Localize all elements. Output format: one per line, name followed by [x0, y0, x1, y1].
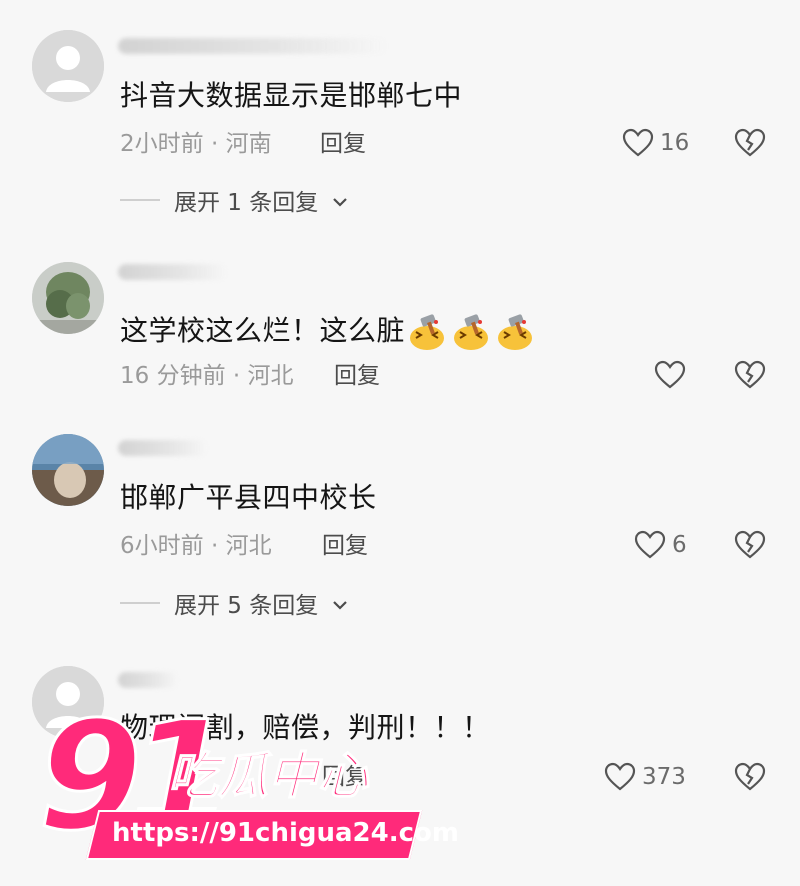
like-count: 16: [660, 130, 690, 156]
chevron-down-icon: [332, 590, 348, 616]
broken-heart-icon: [734, 128, 766, 157]
comment-text: 抖音大数据显示是邯郸七中: [120, 79, 463, 112]
expand-replies-label: 展开 1 条回复: [174, 190, 319, 216]
expand-replies-label: 展开 5 条回复: [174, 593, 319, 619]
site-watermark: 91 吃瓜中心 https://91chigua24.com: [20, 701, 459, 886]
emoji-group: [407, 312, 535, 352]
username-blurred: [118, 672, 178, 688]
comment-item: 这学校这么烂！这么脏 16 分钟前 · 河北 回复: [0, 236, 800, 420]
comment-meta: 2小时前 · 河南: [120, 131, 272, 157]
dislike-button[interactable]: [734, 128, 766, 158]
username-blurred: [118, 440, 208, 456]
reply-button[interactable]: 回复: [322, 531, 368, 561]
broken-heart-icon: [734, 360, 766, 389]
expand-replies-button[interactable]: 展开 1 条回复: [120, 183, 348, 217]
hammer-head-emoji-icon: [451, 312, 491, 352]
comment-meta: 6小时前 · 河北: [120, 533, 272, 559]
divider: [120, 199, 160, 201]
like-button[interactable]: 16: [622, 128, 689, 158]
heart-outline-icon: [634, 530, 666, 559]
expand-replies-button[interactable]: 展开 5 条回复: [120, 586, 348, 620]
avatar-photo: [32, 434, 104, 506]
dislike-button[interactable]: [734, 762, 766, 792]
like-button[interactable]: 373: [604, 762, 686, 792]
broken-heart-icon: [734, 530, 766, 559]
avatar[interactable]: [32, 434, 104, 506]
comment-text-body: 这学校这么烂！这么脏: [120, 314, 406, 347]
broken-heart-icon: [734, 762, 766, 791]
avatar-photo: [32, 262, 104, 334]
hammer-head-emoji-icon: [495, 312, 535, 352]
like-count: 6: [672, 532, 687, 558]
username-blurred: [118, 264, 228, 280]
reply-button[interactable]: 回复: [320, 129, 366, 159]
comment-text: 邯郸广平县四中校长: [120, 481, 377, 514]
comment-item: 邯郸广平县四中校长 6小时前 · 河北 回复 6 展开 5 条回复: [0, 420, 800, 652]
comment-item: 抖音大数据显示是邯郸七中 2小时前 · 河南 回复 16 展开 1 条回复: [0, 0, 800, 236]
comment-text: 这学校这么烂！这么脏: [120, 312, 535, 352]
like-count: 373: [642, 764, 686, 790]
avatar[interactable]: [32, 30, 104, 102]
comment-meta: 16 分钟前 · 河北: [120, 363, 294, 389]
dislike-button[interactable]: [734, 360, 766, 390]
chevron-down-icon: [332, 187, 348, 213]
heart-outline-icon: [622, 128, 654, 157]
dislike-button[interactable]: [734, 530, 766, 560]
avatar[interactable]: [32, 262, 104, 334]
like-button[interactable]: [654, 360, 692, 390]
hammer-head-emoji-icon: [407, 312, 447, 352]
default-avatar-icon: [32, 30, 104, 102]
like-button[interactable]: 6: [634, 530, 687, 560]
heart-outline-icon: [604, 762, 636, 791]
username-blurred: [118, 38, 388, 54]
reply-button[interactable]: 回复: [334, 361, 380, 391]
watermark-brand: 吃瓜中心: [167, 746, 369, 806]
divider: [120, 602, 160, 604]
heart-outline-icon: [654, 360, 686, 389]
watermark-url: https://91chigua24.com: [112, 818, 459, 848]
